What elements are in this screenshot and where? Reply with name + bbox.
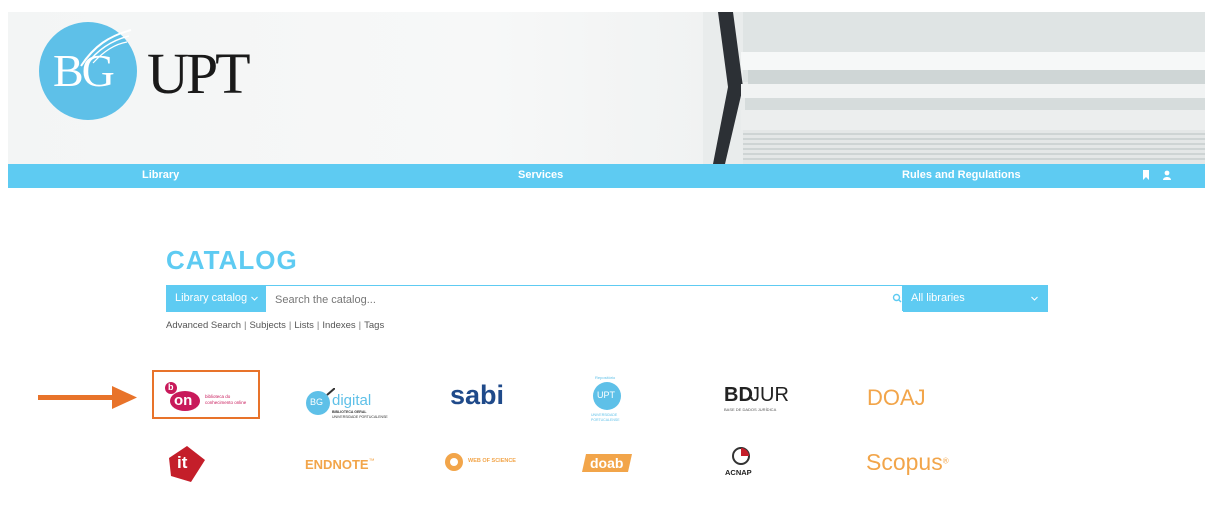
endnote-tm: ™ — [368, 458, 375, 465]
search-links: Advanced Search | Subjects | Lists | Indexes | T… — [166, 320, 384, 331]
nav-rules[interactable]: Rules and Regulations — [902, 169, 1021, 181]
bg-digital-caption-2: UNIVERSIDADE PORTUCALENSE — [332, 415, 388, 419]
annotation-arrow-icon — [38, 386, 137, 409]
chevron-down-icon — [251, 296, 258, 301]
catalog-scope-label: Library catalog — [175, 292, 248, 304]
doab-text: doab — [590, 455, 624, 471]
endnote-text: ENDNOTE — [305, 457, 369, 472]
upt-repo-top: Repositório — [595, 375, 616, 380]
logo-bg-text: BG — [53, 45, 115, 96]
sabi-logo[interactable]: sabi — [450, 380, 504, 411]
doab-logo[interactable]: doab — [582, 451, 634, 475]
acnap-emblem-icon — [732, 447, 750, 465]
bg-digital-name: digital — [332, 392, 372, 409]
b-on-caption-2: conhecimento online — [205, 400, 247, 405]
bdjur-bold: BD — [724, 384, 753, 406]
search-bar: Library catalog All libraries — [166, 285, 1048, 313]
link-advanced-search[interactable]: Advanced Search — [166, 320, 241, 331]
b-on-mark-text: on — [174, 392, 193, 409]
link-lists[interactable]: Lists — [294, 320, 314, 331]
web-of-science-logo[interactable]: WEB OF SCIENCE — [444, 452, 528, 476]
separator: | — [244, 320, 247, 331]
main-nav: Library Services Rules and Regulations — [8, 164, 1205, 188]
chevron-down-icon — [1031, 296, 1038, 301]
user-icon[interactable] — [1162, 170, 1172, 180]
b-on-caption-1: biblioteca do — [205, 394, 231, 399]
upt-repository-logo[interactable]: Repositório UPT UNIVERSIDADE PORTUCALENS… — [585, 375, 635, 425]
separator: | — [316, 320, 320, 331]
scopus-logo[interactable]: Scopus® — [866, 449, 949, 476]
bdjur-caption: BASE DE DADOS JURÍDICA — [724, 407, 777, 412]
library-select[interactable]: All libraries — [902, 286, 1047, 311]
upt-repo-badge: UPT — [597, 390, 615, 400]
catalog-scope-select[interactable]: Library catalog — [167, 286, 266, 311]
catalog-title: CATALOG — [166, 245, 298, 275]
logo-upt-text: UPT — [147, 41, 251, 106]
b-on-logo[interactable]: b on biblioteca do conhecimento online — [163, 379, 255, 413]
nav-library[interactable]: Library — [142, 169, 179, 181]
separator: | — [358, 320, 362, 331]
bdjur-logo[interactable]: BD JUR BASE DE DADOS JURÍDICA — [724, 384, 804, 414]
it-text: it — [177, 453, 188, 472]
bdjur-light: JUR — [750, 384, 789, 406]
doaj-logo[interactable]: DOAJ — [867, 385, 926, 411]
library-select-label: All libraries — [911, 292, 965, 304]
bg-digital-caption-1: BIBLIOTECA GERAL — [332, 410, 367, 414]
endnote-logo[interactable]: ENDNOTE™ — [305, 456, 375, 474]
bookmark-icon[interactable] — [1141, 170, 1151, 180]
wos-text: WEB OF SCIENCE — [468, 458, 516, 464]
separator: | — [288, 320, 292, 331]
books-image — [703, 12, 1205, 164]
it-logo[interactable]: it — [165, 444, 209, 484]
acnap-text: ACNAP — [725, 468, 752, 477]
bg-digital-logo[interactable]: BG digital BIBLIOTECA GERAL UNIVERSIDADE… — [305, 378, 389, 422]
link-indexes[interactable]: Indexes — [322, 320, 355, 331]
wos-globe-icon — [445, 453, 463, 471]
bg-upt-logo[interactable]: BG UPT — [39, 22, 251, 122]
upt-repo-caption-2: PORTUCALENSE — [591, 418, 620, 422]
acnap-logo[interactable]: ACNAP — [721, 443, 761, 485]
link-tags[interactable]: Tags — [364, 320, 384, 331]
bg-digital-badge: BG — [310, 397, 324, 407]
search-input[interactable] — [266, 286, 903, 313]
nav-services[interactable]: Services — [518, 169, 563, 181]
scopus-reg: ® — [942, 456, 949, 466]
b-on-letter: b — [168, 382, 174, 392]
upt-repo-caption-1: UNIVERSIDADE — [591, 413, 618, 417]
link-subjects[interactable]: Subjects — [249, 320, 285, 331]
scopus-text: Scopus — [866, 449, 943, 475]
search-icon[interactable] — [892, 286, 902, 311]
